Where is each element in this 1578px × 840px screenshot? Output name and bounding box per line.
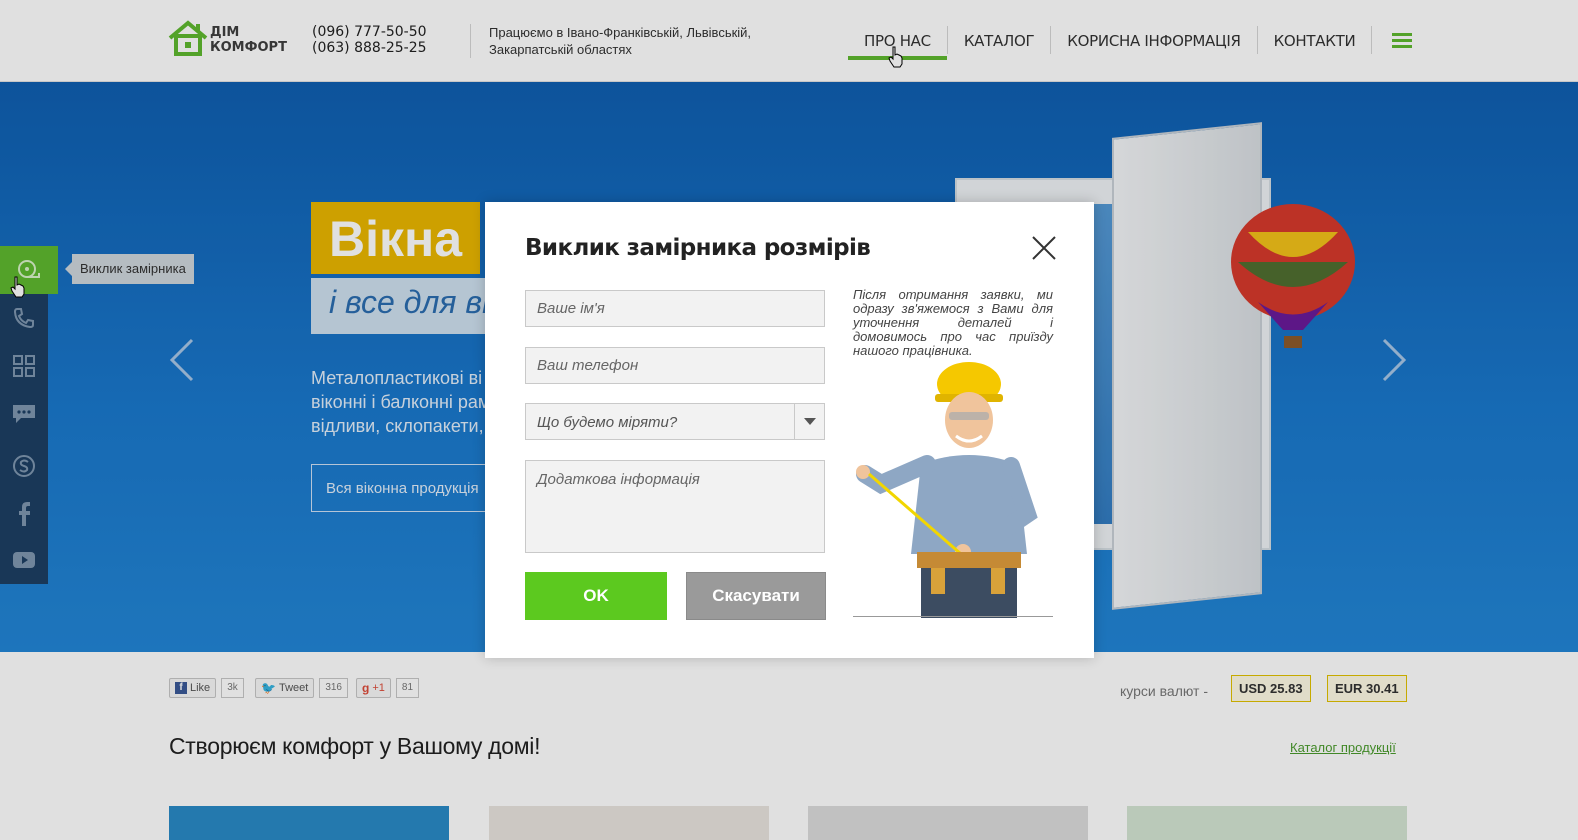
modal-note: Після отримання заявки, ми одразу зв'яже… [853, 287, 1053, 358]
close-icon[interactable] [1031, 235, 1057, 261]
ok-button[interactable]: OK [525, 572, 667, 620]
measure-request-modal: Виклик замірника розмірів Що будемо міря… [485, 202, 1094, 658]
select-value: Що будемо міряти? [537, 414, 678, 431]
cancel-button[interactable]: Скасувати [686, 572, 826, 620]
name-input[interactable] [525, 290, 825, 327]
worker-baseline [853, 616, 1053, 617]
chevron-down-icon[interactable] [794, 404, 824, 439]
modal-title: Виклик замірника розмірів [525, 235, 871, 261]
worker-illustration [856, 362, 1038, 618]
measure-type-select[interactable]: Що будемо міряти? [525, 403, 825, 440]
phone-input[interactable] [525, 347, 825, 384]
additional-info-textarea[interactable] [525, 460, 825, 553]
